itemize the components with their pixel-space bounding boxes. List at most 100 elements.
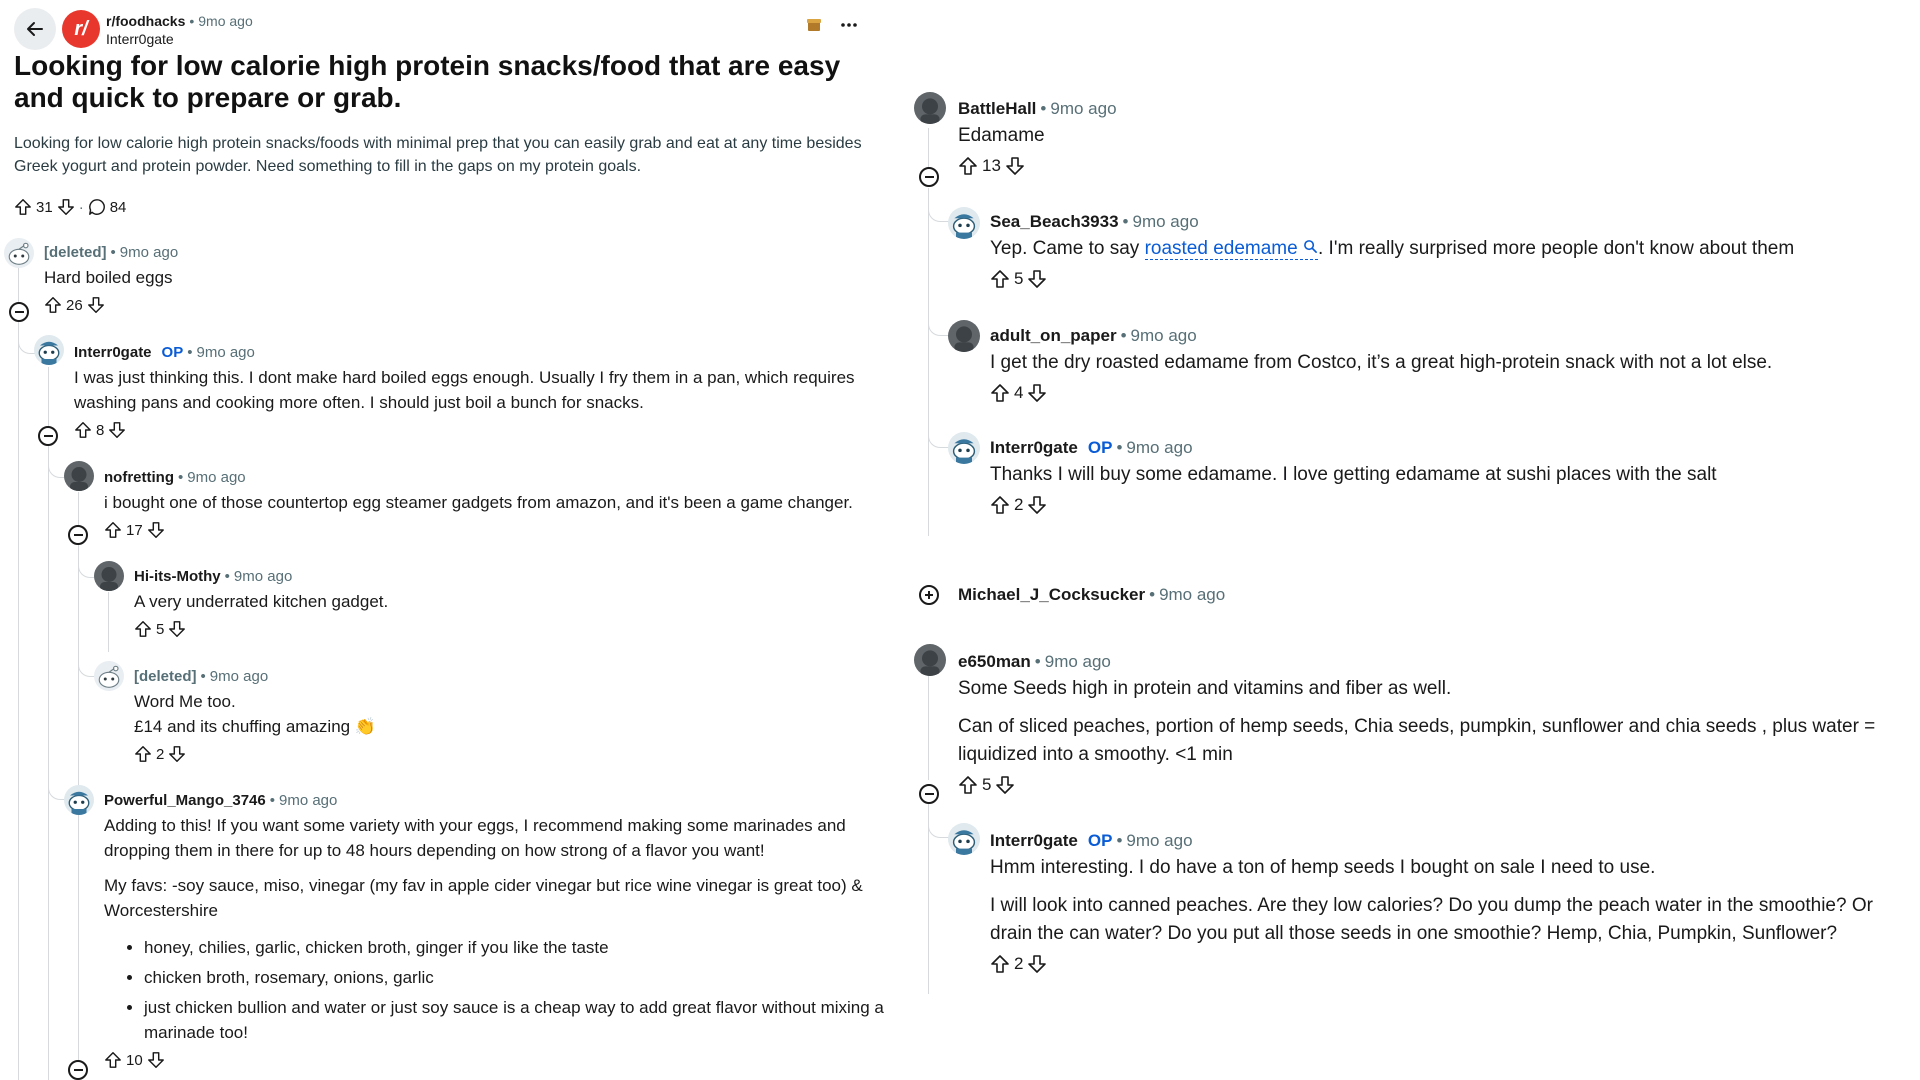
- separator-dot: •: [1120, 326, 1127, 345]
- comment-actions: 2: [990, 954, 1910, 974]
- thread-line: [928, 670, 929, 780]
- downvote-icon[interactable]: [1027, 269, 1047, 289]
- comment-time: 9mo ago: [1126, 831, 1193, 850]
- subreddit-logo[interactable]: r/: [62, 10, 100, 48]
- comment-body: I was just thinking this. I dont make ha…: [74, 368, 855, 412]
- separator-dot: •: [177, 468, 184, 486]
- separator-dot: •: [224, 567, 230, 585]
- subreddit-logo-text: r/: [74, 17, 88, 40]
- bullet-item: honey, chilies, garlic, chicken broth, g…: [144, 935, 904, 960]
- comment-body: Yep. Came to say roasted edemame . I'm r…: [990, 235, 1910, 263]
- separator-dot: •: [1122, 212, 1129, 231]
- comment-icon[interactable]: [88, 198, 106, 216]
- comment-time: 9mo ago: [1126, 438, 1193, 457]
- comment-username[interactable]: Interr0gate: [990, 831, 1078, 851]
- deleted-user-avatar: [4, 238, 34, 268]
- comment-body: i bought one of those countertop egg ste…: [104, 493, 853, 512]
- collapse-thread-button[interactable]: [68, 1060, 88, 1080]
- downvote-icon[interactable]: [108, 421, 126, 439]
- comment-username[interactable]: [deleted]: [134, 668, 197, 685]
- back-arrow-icon: [27, 22, 43, 36]
- comment-username[interactable]: Hi-its-Mothy: [134, 568, 221, 585]
- comment-time: 9mo ago: [196, 343, 255, 361]
- comment-actions: 26: [44, 296, 894, 314]
- thread-line: [108, 592, 109, 652]
- comment-username[interactable]: e650man: [958, 652, 1031, 672]
- comment-username[interactable]: nofretting: [104, 469, 174, 486]
- downvote-icon[interactable]: [57, 198, 75, 216]
- post-header: r/ r/foodhacks • 9mo ago Interr0gate: [14, 8, 904, 50]
- interr0gate-avatar: [34, 335, 64, 365]
- separator-dot: •: [1034, 652, 1041, 671]
- downvote-icon[interactable]: [1027, 954, 1047, 974]
- comment-time: 9mo ago: [1132, 212, 1199, 231]
- comment: [deleted] • 9mo ago Hard boiled eggs 26: [44, 239, 894, 314]
- comment-username[interactable]: [deleted]: [44, 244, 107, 261]
- downvote-icon[interactable]: [1027, 495, 1047, 515]
- upvote-icon[interactable]: [104, 521, 122, 539]
- downvote-icon[interactable]: [147, 1051, 165, 1069]
- comment-actions: 10: [104, 1051, 904, 1069]
- comment-username[interactable]: Interr0gate: [990, 438, 1078, 458]
- expand-thread-button[interactable]: [919, 585, 939, 605]
- downvote-icon[interactable]: [168, 620, 186, 638]
- collapse-thread-button[interactable]: [919, 784, 939, 804]
- comment-username[interactable]: Sea_Beach3933: [990, 212, 1119, 232]
- separator-dot: •: [1116, 831, 1123, 850]
- thread-line: [928, 804, 929, 994]
- comment-body-paragraph: Some Seeds high in protein and vitamins …: [958, 678, 1452, 699]
- downvote-icon[interactable]: [87, 296, 105, 314]
- award-icon[interactable]: [806, 17, 822, 33]
- search-term-link[interactable]: roasted edemame: [1144, 238, 1318, 260]
- collapsed-comment[interactable]: Michael_J_Cocksucker • 9mo ago: [958, 582, 1908, 608]
- powerful-mango-avatar: [64, 785, 94, 815]
- comment-username[interactable]: Powerful_Mango_3746: [104, 792, 266, 809]
- upvote-icon[interactable]: [990, 383, 1010, 403]
- interr0gate-avatar: [948, 432, 980, 464]
- upvote-icon[interactable]: [44, 296, 62, 314]
- collapse-thread-button[interactable]: [9, 302, 29, 322]
- comment-text: . I'm really surprised more people don't…: [1318, 238, 1795, 259]
- separator-dot: •: [1040, 99, 1047, 118]
- upvote-icon[interactable]: [134, 620, 152, 638]
- separator-dot: •: [200, 667, 206, 685]
- upvote-icon[interactable]: [14, 198, 32, 216]
- comment-username[interactable]: Michael_J_Cocksucker: [958, 585, 1145, 605]
- separator-dot: •: [187, 343, 193, 361]
- comment-bullet-list: honey, chilies, garlic, chicken broth, g…: [104, 935, 904, 1045]
- vote-count: 26: [66, 296, 83, 314]
- downvote-icon[interactable]: [1005, 156, 1025, 176]
- comment-time: 9mo ago: [1130, 326, 1197, 345]
- collapse-thread-button[interactable]: [38, 426, 58, 446]
- upvote-icon[interactable]: [74, 421, 92, 439]
- adult-on-paper-avatar: [948, 320, 980, 352]
- comment-text: Yep. Came to say: [990, 238, 1145, 259]
- more-options-icon[interactable]: [840, 16, 858, 34]
- comment-username[interactable]: adult_on_paper: [990, 326, 1117, 346]
- upvote-icon[interactable]: [990, 954, 1010, 974]
- back-button[interactable]: [14, 8, 56, 50]
- subreddit-name[interactable]: r/foodhacks: [106, 13, 185, 29]
- upvote-icon[interactable]: [104, 1051, 122, 1069]
- post-comment-count: 84: [109, 198, 127, 216]
- comment-time: 9mo ago: [187, 468, 246, 486]
- comment-actions: 5: [958, 775, 1908, 795]
- collapse-thread-button[interactable]: [919, 167, 939, 187]
- downvote-icon[interactable]: [147, 521, 165, 539]
- upvote-icon[interactable]: [134, 745, 152, 763]
- comment: nofretting • 9mo ago i bought one of those…: [104, 464, 904, 539]
- downvote-icon[interactable]: [168, 745, 186, 763]
- upvote-icon[interactable]: [958, 156, 978, 176]
- upvote-icon[interactable]: [990, 269, 1010, 289]
- downvote-icon[interactable]: [995, 775, 1015, 795]
- upvote-icon[interactable]: [958, 775, 978, 795]
- comment: Interr0gate OP • 9mo ago I was just thinkin…: [74, 339, 904, 439]
- post-time: 9mo ago: [198, 13, 253, 29]
- collapse-thread-button[interactable]: [68, 525, 88, 545]
- comment-username[interactable]: BattleHall: [958, 99, 1036, 119]
- comment-username[interactable]: Interr0gate: [74, 344, 152, 361]
- upvote-icon[interactable]: [990, 495, 1010, 515]
- separator-dot: •: [269, 791, 275, 809]
- post-author[interactable]: Interr0gate: [106, 30, 253, 48]
- downvote-icon[interactable]: [1027, 383, 1047, 403]
